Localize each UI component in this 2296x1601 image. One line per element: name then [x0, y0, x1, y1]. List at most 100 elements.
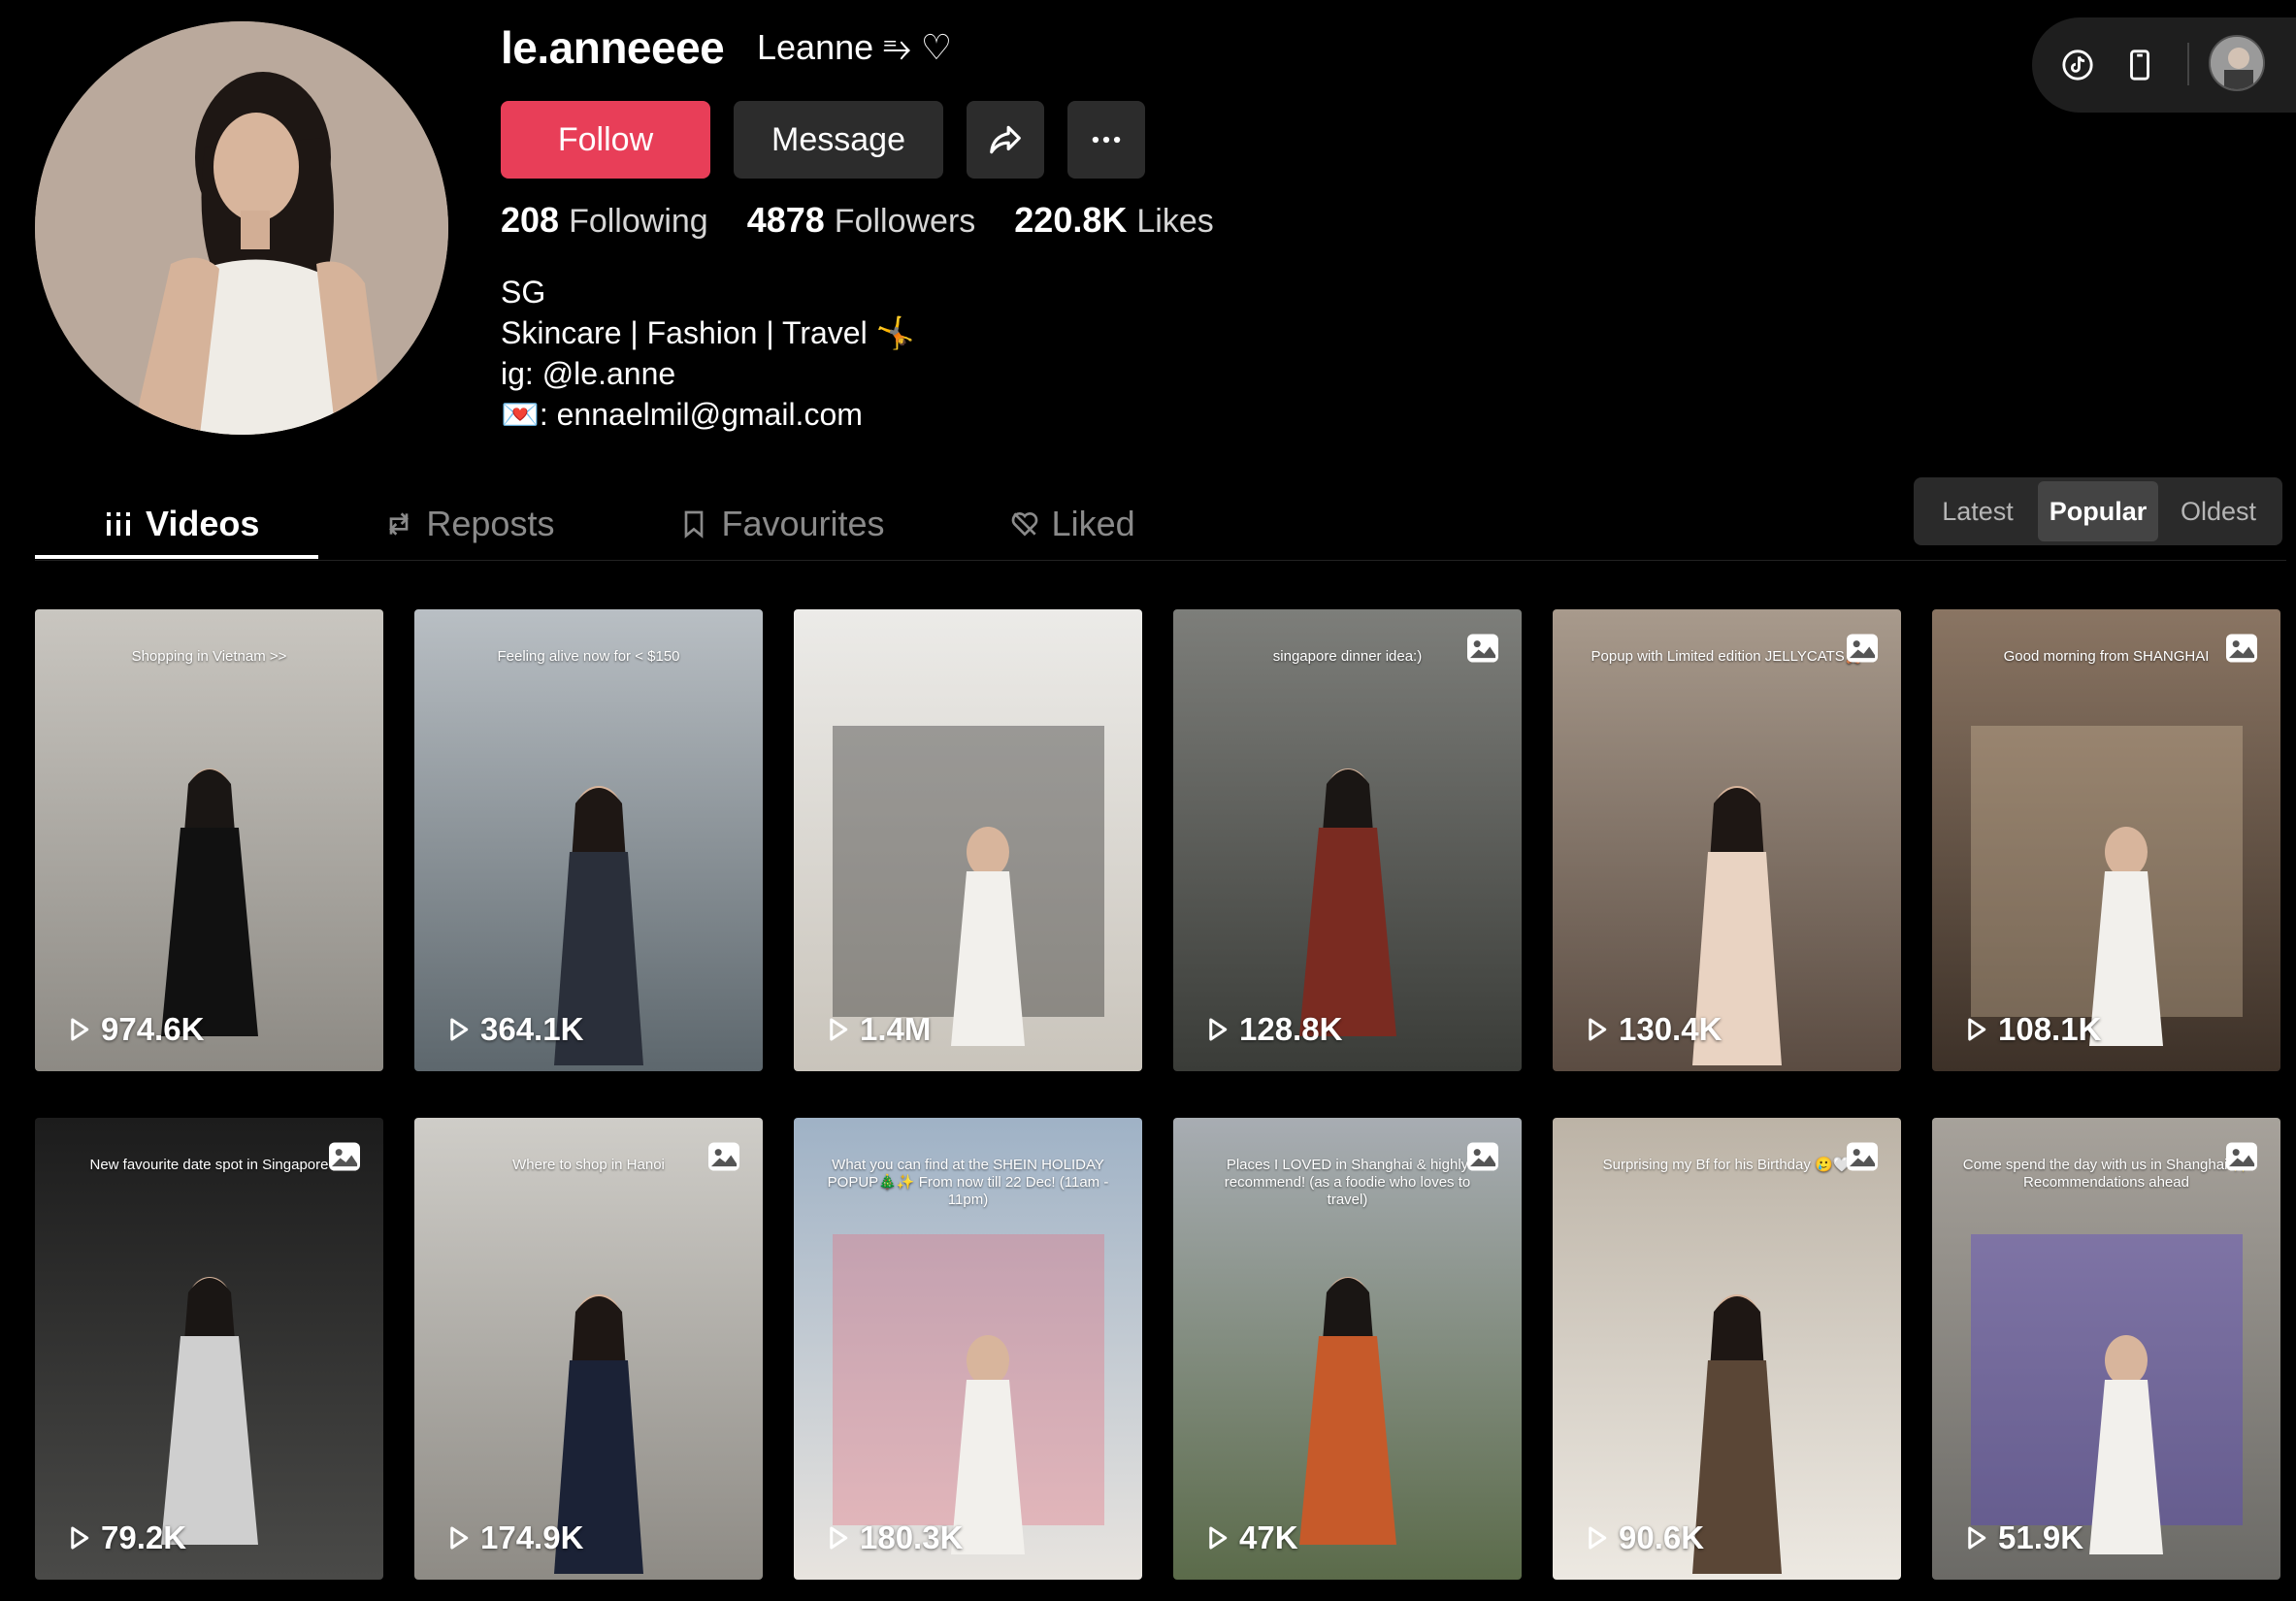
stat-label: Followers: [834, 203, 976, 240]
view-count-value: 364.1K: [480, 1011, 584, 1047]
stat-likes: 220.8K Likes: [1014, 200, 1213, 241]
sort-popular[interactable]: Popular: [2038, 481, 2158, 541]
video-thumbnail: [833, 726, 1104, 1046]
photo-carousel-icon: [329, 1142, 360, 1171]
video-card[interactable]: What you can find at the SHEIN HOLIDAY P…: [794, 1118, 1142, 1580]
profile-stats: 208 Following 4878 Followers 220.8K Likes: [501, 200, 1214, 241]
username: le.anneeee: [501, 22, 725, 73]
sort-segmented-control: Latest Popular Oldest: [1914, 477, 2282, 545]
tab-label: Favourites: [721, 504, 885, 543]
video-card[interactable]: Come spend the day with us in Shanghai ✨…: [1932, 1118, 2280, 1580]
video-card[interactable]: Places I LOVED in Shanghai & highly reco…: [1173, 1118, 1522, 1580]
stat-following[interactable]: 208 Following: [501, 200, 708, 241]
active-tab-indicator: [35, 555, 318, 559]
tab-label: Videos: [146, 504, 260, 543]
bio-line: Skincare | Fashion | Travel 🤸: [501, 315, 915, 350]
ellipsis-icon: [1092, 136, 1121, 144]
photo-carousel-icon: [1467, 1142, 1498, 1171]
photo-carousel-icon: [2226, 634, 2257, 663]
view-count: 90.6K: [1582, 1519, 1704, 1556]
toolbar-divider: [2187, 43, 2189, 85]
video-card[interactable]: singapore dinner idea:) 128.8K: [1173, 609, 1522, 1071]
video-card[interactable]: Where to shop in Hanoi 174.9K: [414, 1118, 763, 1580]
account-avatar[interactable]: [2209, 35, 2265, 91]
video-card[interactable]: Surprising my Bf for his Birthday 🥲🤍 90.6…: [1553, 1118, 1901, 1580]
video-thumbnail: [161, 768, 258, 1036]
mobile-device-icon[interactable]: [2123, 49, 2156, 82]
follow-button[interactable]: Follow: [501, 101, 710, 179]
bio-line: ig: @le.anne: [501, 356, 676, 391]
view-count-value: 974.6K: [101, 1011, 205, 1047]
view-count-value: 174.9K: [480, 1519, 584, 1555]
tab-liked[interactable]: Liked: [947, 485, 1197, 563]
video-grid: Shopping in Vietnam >> 974.6K Feeling ali…: [35, 609, 2280, 1580]
video-thumbnail: [554, 786, 643, 1065]
view-count: 79.2K: [64, 1519, 186, 1556]
repost-icon: [389, 512, 410, 536]
stat-followers[interactable]: 4878 Followers: [747, 200, 976, 241]
view-count-value: 130.4K: [1619, 1011, 1722, 1047]
view-count: 128.8K: [1202, 1011, 1342, 1048]
video-thumbnail: [1299, 768, 1396, 1036]
view-count: 47K: [1202, 1519, 1298, 1556]
sort-oldest[interactable]: Oldest: [2158, 481, 2279, 541]
tabs-divider: [35, 560, 2286, 561]
play-icon: [1589, 1018, 1607, 1041]
video-card[interactable]: New favourite date spot in Singapore 79.2…: [35, 1118, 383, 1580]
play-icon: [1209, 1018, 1228, 1041]
video-card[interactable]: Popup with Limited edition JELLYCATS🧸 130…: [1553, 609, 1901, 1071]
photo-carousel-icon: [1467, 634, 1498, 663]
play-icon: [830, 1526, 848, 1550]
photo-carousel-icon: [1847, 1142, 1878, 1171]
photo-carousel-icon: [1847, 634, 1878, 663]
video-card[interactable]: Shopping in Vietnam >> 974.6K: [35, 609, 383, 1071]
photo-carousel-icon: [2226, 1142, 2257, 1171]
view-count-value: 90.6K: [1619, 1519, 1705, 1555]
video-card[interactable]: Good morning from SHANGHAI 108.1K: [1932, 609, 2280, 1071]
play-icon: [71, 1018, 89, 1041]
video-thumbnail: [161, 1277, 258, 1545]
play-icon: [450, 1526, 469, 1550]
view-count-value: 47K: [1239, 1519, 1298, 1555]
view-count-value: 51.9K: [1998, 1519, 2084, 1555]
view-count: 51.9K: [1961, 1519, 2083, 1556]
view-count-value: 180.3K: [860, 1519, 964, 1555]
share-arrow-icon: [990, 125, 1021, 154]
play-icon: [1209, 1526, 1228, 1550]
video-card[interactable]: Feeling alive now for < $150 364.1K: [414, 609, 763, 1071]
heart-off-icon: [1011, 512, 1037, 537]
view-count-value: 1.4M: [860, 1011, 932, 1047]
share-button[interactable]: [967, 101, 1044, 179]
play-icon: [1589, 1526, 1607, 1550]
stat-label: Likes: [1136, 203, 1214, 240]
play-icon: [71, 1526, 89, 1550]
tab-label: Liked: [1051, 504, 1135, 543]
play-icon: [450, 1018, 469, 1041]
more-options-button[interactable]: [1067, 101, 1145, 179]
grid-bars-icon: [107, 512, 130, 536]
tiktok-logo-icon[interactable]: [2061, 49, 2094, 82]
photo-carousel-icon: [708, 1142, 739, 1171]
bio-line: SG: [501, 275, 546, 310]
sort-latest[interactable]: Latest: [1918, 481, 2038, 541]
view-count-value: 79.2K: [101, 1519, 187, 1555]
video-caption-overlay: Shopping in Vietnam >>: [131, 648, 287, 665]
view-count-value: 108.1K: [1998, 1011, 2102, 1047]
profile-avatar: [35, 21, 448, 435]
bio-line: 💌: ennaelmil@gmail.com: [501, 397, 863, 432]
play-icon: [1968, 1526, 1986, 1550]
stat-label: Following: [569, 203, 708, 240]
message-button[interactable]: Message: [734, 101, 943, 179]
video-card[interactable]: 1.4M: [794, 609, 1142, 1071]
view-count: 974.6K: [64, 1011, 204, 1048]
tab-label: Reposts: [426, 504, 555, 543]
play-icon: [1968, 1018, 1986, 1041]
tab-reposts[interactable]: Reposts: [321, 485, 616, 563]
profile-bio: SG Skincare | Fashion | Travel 🤸 ig: @le…: [501, 272, 914, 435]
view-count: 108.1K: [1961, 1011, 2101, 1048]
video-caption-overlay: What you can find at the SHEIN HOLIDAY P…: [827, 1157, 1109, 1208]
tab-videos[interactable]: Videos: [35, 485, 321, 563]
video-thumbnail: [1692, 1294, 1782, 1574]
tab-favourites[interactable]: Favourites: [616, 485, 946, 563]
stat-value: 220.8K: [1014, 200, 1128, 240]
